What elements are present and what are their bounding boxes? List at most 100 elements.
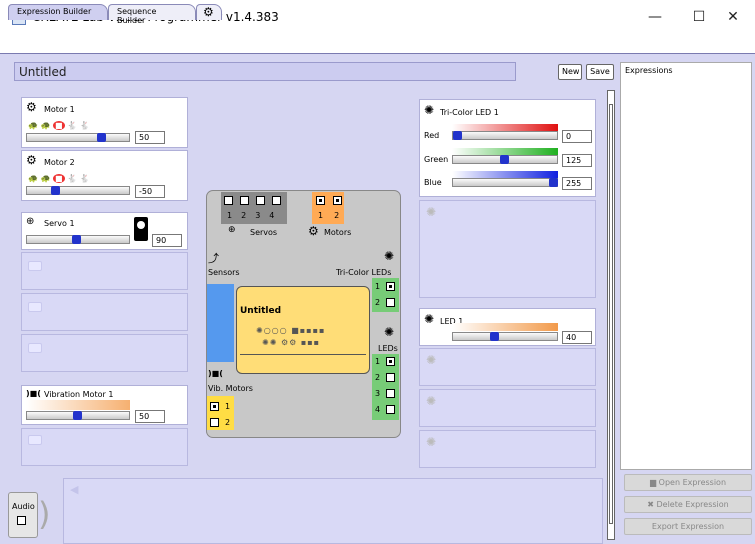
- led-port-2[interactable]: [386, 373, 395, 382]
- motor-icon: ⚙: [26, 100, 37, 114]
- servo-icon: [28, 302, 42, 312]
- led-1-slider-knob[interactable]: [490, 332, 499, 341]
- vibration-slider-knob[interactable]: [73, 411, 82, 420]
- motor-port-numbers: 12: [318, 211, 339, 220]
- motor-port-1[interactable]: [316, 196, 325, 205]
- expression-title-field[interactable]: Untitled: [14, 62, 516, 81]
- vib-port-1[interactable]: [210, 402, 219, 411]
- delete-expression-label: Delete Expression: [656, 500, 729, 509]
- servos-label: Servos: [250, 228, 278, 237]
- motor-2-slider-knob[interactable]: [51, 186, 60, 195]
- audio-checkbox[interactable]: [17, 516, 26, 525]
- port-number: 3: [375, 389, 381, 398]
- led-port-1[interactable]: [386, 357, 395, 366]
- card-device-icons-row2: ✺✺ ⚙⚙ ▪▪▪: [262, 338, 321, 347]
- motor-1-slider[interactable]: [26, 133, 130, 142]
- led-icon: ✺: [426, 394, 437, 408]
- servos-icon: ⊕: [228, 225, 236, 235]
- vib-port-2[interactable]: [210, 418, 219, 427]
- tricolor-leds-label: Tri-Color LEDs: [336, 268, 392, 277]
- servo-icon: [28, 343, 42, 353]
- tricolor-port-1[interactable]: [386, 282, 395, 291]
- vibration-gradient: [26, 400, 130, 410]
- tricolor-port-2[interactable]: [386, 298, 395, 307]
- delete-expression-button[interactable]: ✖ Delete Expression: [624, 496, 752, 513]
- audio-slot: ◀: [63, 478, 603, 544]
- port-number: 2: [225, 418, 231, 427]
- servo-port-4[interactable]: [272, 196, 281, 205]
- vibration-motor-1-label: Vibration Motor 1: [44, 390, 114, 399]
- servo-1-label: Servo 1: [44, 219, 75, 228]
- led-1-slider[interactable]: [452, 332, 558, 341]
- speed-icons: 🐢 🐢 ■ 🐇 🐇: [28, 121, 90, 130]
- card-title: Untitled: [240, 306, 282, 316]
- green-slider-knob[interactable]: [500, 155, 509, 164]
- led-icon: ✺: [384, 325, 395, 339]
- vibration-value[interactable]: 50: [135, 410, 165, 423]
- motor-1-slider-knob[interactable]: [97, 133, 106, 142]
- new-button[interactable]: New: [558, 64, 582, 80]
- port-number: 1: [375, 357, 381, 366]
- card-divider: [240, 354, 366, 355]
- open-expression-label: Open Expression: [658, 478, 727, 487]
- empty-vibration-slot: [21, 428, 188, 466]
- servo-port-checkboxes: [224, 196, 281, 205]
- led-icon: ✺: [426, 435, 437, 449]
- empty-tricolor-slot: ✺: [419, 200, 596, 298]
- servo-port-1[interactable]: [224, 196, 233, 205]
- audio-label: Audio: [12, 502, 35, 511]
- tricolor-led-icon: ✺: [384, 249, 395, 263]
- led-icon: ✺: [426, 353, 437, 367]
- blue-slider-knob[interactable]: [549, 178, 558, 187]
- red-slider[interactable]: [452, 131, 558, 140]
- servo-port-2[interactable]: [240, 196, 249, 205]
- servo-1-slider-knob[interactable]: [72, 235, 81, 244]
- tab-settings[interactable]: ⚙: [196, 4, 222, 20]
- motor-2-value[interactable]: -50: [135, 185, 165, 198]
- empty-servo-slot: [21, 252, 188, 290]
- vib-motors-label: Vib. Motors: [208, 384, 253, 393]
- tricolor-led-1-label: Tri-Color LED 1: [440, 108, 499, 117]
- motor-2-slider[interactable]: [26, 186, 130, 195]
- port-number: 2: [241, 211, 247, 220]
- blue-gradient: [452, 171, 558, 178]
- led-port-4[interactable]: [386, 405, 395, 414]
- empty-servo-slot: [21, 334, 188, 372]
- servo-1-value[interactable]: 90: [152, 234, 182, 247]
- servo-port-3[interactable]: [256, 196, 265, 205]
- motor-port-2[interactable]: [333, 196, 342, 205]
- red-gradient: [452, 124, 558, 131]
- folder-icon: ▆: [649, 478, 659, 487]
- tab-sequence-builder[interactable]: Sequence Builder: [108, 4, 196, 25]
- audio-toggle[interactable]: [8, 492, 38, 538]
- sensor-ports: [207, 284, 234, 362]
- green-gradient: [452, 148, 558, 155]
- expressions-label: Expressions: [625, 66, 673, 75]
- port-number: 4: [375, 405, 381, 414]
- motors-icon: ⚙: [308, 224, 319, 238]
- port-number: 1: [318, 211, 324, 220]
- port-number: 2: [375, 373, 381, 382]
- motor-1-label: Motor 1: [44, 105, 75, 114]
- minimize-button[interactable]: —: [633, 0, 677, 34]
- led-1-value[interactable]: 40: [562, 331, 592, 344]
- open-expression-button[interactable]: ▆ Open Expression: [624, 474, 752, 491]
- expressions-list[interactable]: [620, 62, 752, 470]
- blue-value[interactable]: 255: [562, 177, 592, 190]
- red-slider-knob[interactable]: [453, 131, 462, 140]
- port-number: 1: [225, 402, 231, 411]
- vibration-icon: )■(: [26, 389, 41, 398]
- port-number: 1: [375, 282, 381, 291]
- close-button[interactable]: ✕: [711, 0, 755, 34]
- export-expression-button[interactable]: Export Expression: [624, 518, 752, 535]
- scrollbar-thumb[interactable]: [609, 104, 613, 524]
- green-value[interactable]: 125: [562, 154, 592, 167]
- blue-slider[interactable]: [452, 178, 558, 187]
- tab-expression-builder[interactable]: Expression Builder: [8, 4, 108, 20]
- save-button[interactable]: Save: [586, 64, 614, 80]
- leds-label: LEDs: [378, 344, 398, 353]
- led-port-3[interactable]: [386, 389, 395, 398]
- red-value[interactable]: 0: [562, 130, 592, 143]
- blue-label: Blue: [424, 178, 442, 187]
- motor-1-value[interactable]: 50: [135, 131, 165, 144]
